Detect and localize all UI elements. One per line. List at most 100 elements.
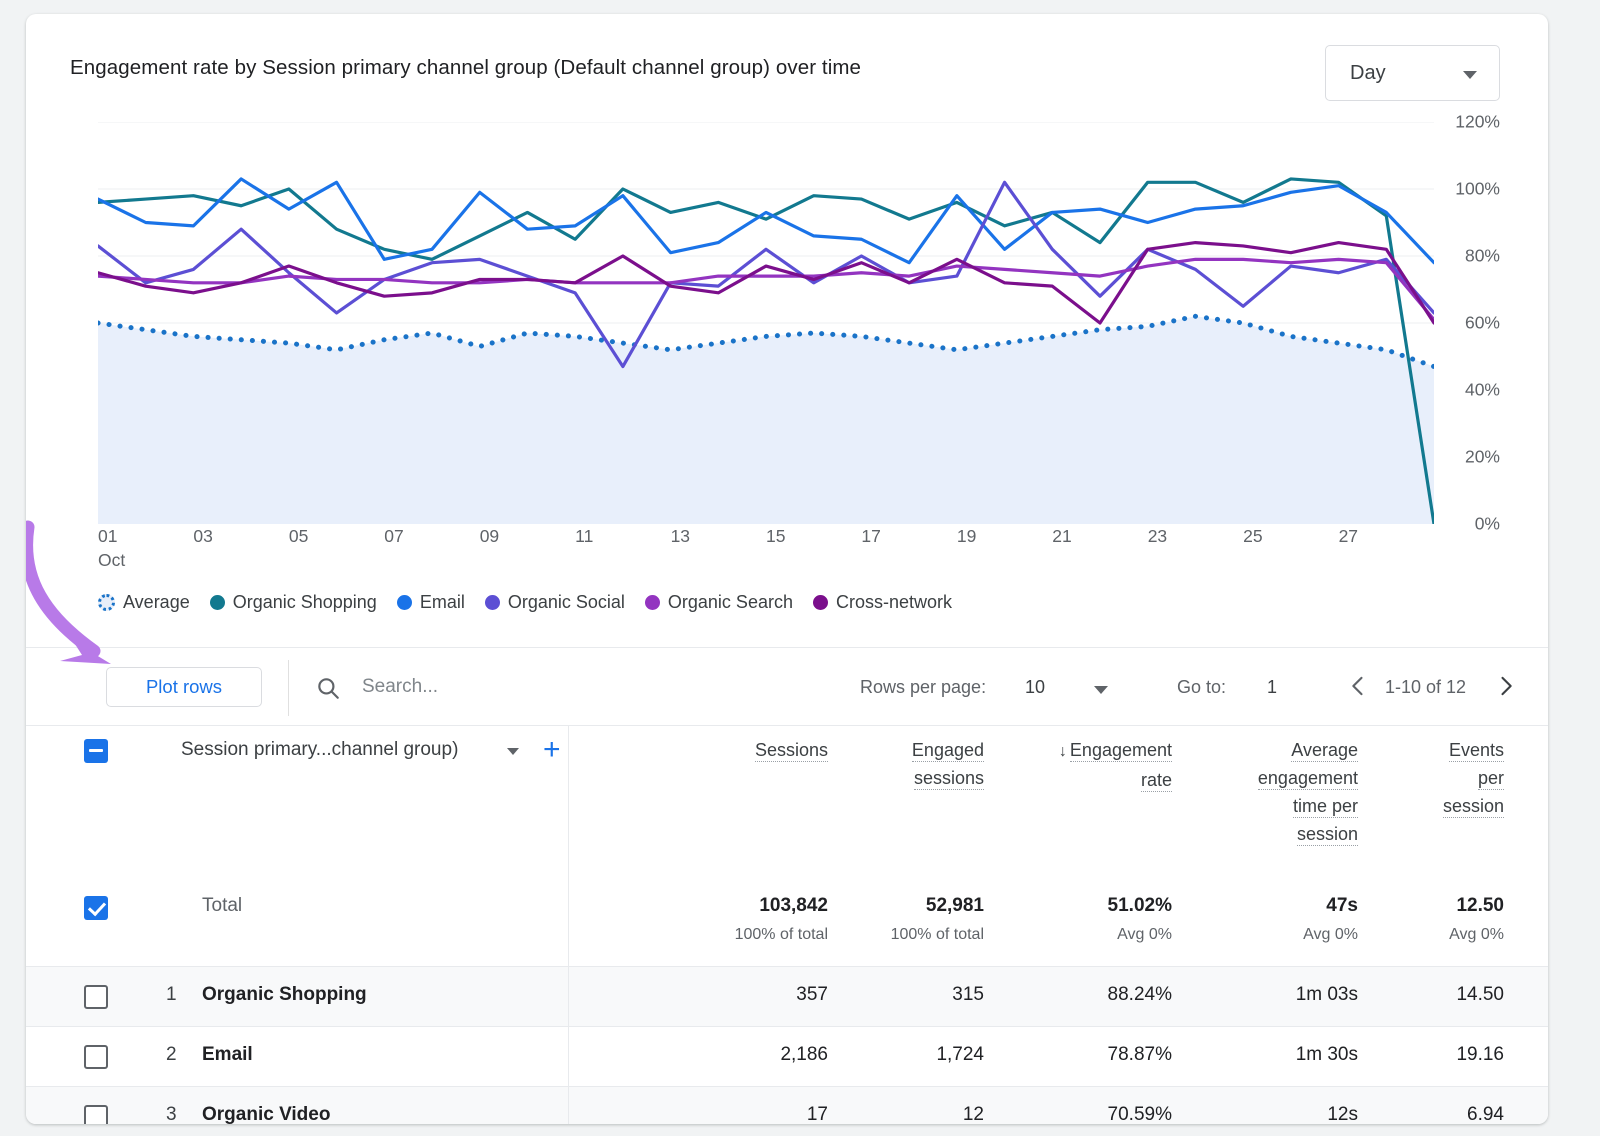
table-row-total[interactable]: Total 103,842100% of total52,981100% of … — [26, 878, 1548, 966]
chart-legend: Average Organic Shopping Email Organic Soci… — [98, 592, 972, 613]
column-header[interactable]: Eventspersession — [1443, 736, 1504, 820]
x-axis-tick: 11 — [575, 526, 593, 547]
x-axis-tick: 01 — [98, 526, 117, 547]
total-cell-value: 52,981 — [926, 895, 984, 917]
dimension-chevron-down-icon[interactable] — [507, 748, 519, 755]
x-axis-tick: 15 — [766, 526, 785, 547]
column-header[interactable]: Averageengagementtime persession — [1258, 736, 1358, 848]
row-cell-value: 17 — [807, 1104, 828, 1124]
x-axis-tick: 19 — [957, 526, 976, 547]
column-header-text: per — [1478, 768, 1504, 790]
x-axis-tick: 23 — [1148, 526, 1167, 547]
row-cell-value: 78.87% — [1108, 1044, 1172, 1066]
y-axis-tick: 120% — [1455, 112, 1500, 133]
granularity-dropdown[interactable]: Day — [1325, 45, 1500, 101]
previous-page-icon[interactable] — [1344, 672, 1372, 705]
row-checkbox[interactable] — [84, 985, 108, 1009]
row-dimension-cell: 3 Organic Video — [26, 1087, 569, 1124]
plot-rows-button[interactable]: Plot rows — [106, 667, 262, 707]
legend-item[interactable]: Organic Search — [645, 592, 793, 613]
legend-item[interactable]: Cross-network — [813, 592, 952, 613]
rows-per-page-chevron-down-icon[interactable] — [1094, 686, 1108, 694]
column-header-text: sessions — [914, 768, 984, 790]
x-axis-tick: 07 — [384, 526, 403, 547]
legend-item[interactable]: Average — [98, 592, 190, 613]
legend-label: Organic Social — [508, 592, 625, 613]
rows-per-page-label: Rows per page: — [860, 677, 986, 698]
total-cell-subvalue: Avg 0% — [1117, 926, 1172, 944]
y-axis-tick: 100% — [1455, 179, 1500, 200]
search-icon — [315, 675, 341, 706]
legend-item[interactable]: Email — [397, 592, 465, 613]
next-page-icon[interactable] — [1492, 672, 1520, 705]
x-axis-tick: 25 — [1243, 526, 1262, 547]
sort-descending-icon: ↓ — [1059, 743, 1067, 760]
search-input[interactable] — [360, 670, 780, 704]
table-header-row: Session primary...channel group) + Sessi… — [26, 725, 1548, 878]
total-row-dimension-cell: Total — [26, 878, 569, 966]
table-row[interactable]: 2Email2,1861,72478.87%1m 30s19.16 — [26, 1026, 1548, 1086]
row-checkbox[interactable] — [84, 1105, 108, 1124]
column-header-text: Events — [1449, 740, 1504, 762]
column-header-text: Average — [1291, 740, 1358, 762]
granularity-value: Day — [1350, 62, 1386, 85]
x-axis-tick: 13 — [671, 526, 690, 547]
table-row[interactable]: 3Organic Video171270.59%12s6.94 — [26, 1086, 1548, 1124]
column-header-text: rate — [1141, 770, 1172, 792]
row-cell-value: 2,186 — [780, 1044, 828, 1066]
dimension-name: Session primary...channel group) — [181, 739, 458, 761]
legend-item[interactable]: Organic Shopping — [210, 592, 377, 613]
table-row[interactable]: 1Organic Shopping35731588.24%1m 03s14.50 — [26, 966, 1548, 1026]
total-cell-subvalue: 100% of total — [735, 926, 828, 944]
column-header-text: engagement — [1258, 768, 1358, 790]
row-label: Organic Shopping — [202, 984, 367, 1006]
column-header-text: Sessions — [755, 740, 828, 762]
x-axis-tick: 21 — [1052, 526, 1071, 547]
row-index: 3 — [166, 1104, 177, 1124]
screenshot-root: Engagement rate by Session primary chann… — [0, 0, 1600, 1136]
y-axis-tick: 60% — [1465, 313, 1500, 334]
legend-color-swatch-icon — [397, 595, 412, 610]
rows-per-page-value[interactable]: 10 — [1025, 677, 1045, 698]
total-cell-value: 51.02% — [1108, 895, 1172, 917]
dimension-header-cell: Session primary...channel group) + — [26, 726, 569, 879]
x-axis-tick: 09 — [480, 526, 499, 547]
column-header[interactable]: ↓Engagementrate — [1059, 736, 1172, 794]
legend-color-swatch-icon — [210, 595, 225, 610]
column-header[interactable]: Sessions — [755, 736, 828, 764]
row-label: Email — [202, 1044, 253, 1066]
y-axis-tick: 80% — [1465, 246, 1500, 267]
row-label: Organic Video — [202, 1104, 330, 1124]
row-dimension-cell: 1 Organic Shopping — [26, 967, 569, 1026]
row-cell-value: 12 — [963, 1104, 984, 1124]
legend-color-swatch-icon — [98, 594, 115, 611]
x-axis-tick: 03 — [193, 526, 212, 547]
total-cell-subvalue: Avg 0% — [1303, 926, 1358, 944]
row-checkbox[interactable] — [84, 1045, 108, 1069]
chevron-down-icon — [1463, 71, 1477, 79]
pagination-range: 1-10 of 12 — [1385, 677, 1466, 698]
column-header-text: session — [1297, 824, 1358, 846]
column-header[interactable]: Engaged sessions — [912, 736, 984, 792]
row-cell-value: 1m 30s — [1296, 1044, 1358, 1066]
legend-color-swatch-icon — [813, 595, 828, 610]
add-dimension-icon[interactable]: + — [543, 735, 561, 765]
total-cell-subvalue: 100% of total — [891, 926, 984, 944]
total-row-checkbox[interactable] — [84, 896, 108, 920]
legend-label: Email — [420, 592, 465, 613]
legend-color-swatch-icon — [645, 595, 660, 610]
report-card: Engagement rate by Session primary chann… — [26, 14, 1548, 1124]
y-axis-tick: 20% — [1465, 447, 1500, 468]
row-cell-value: 19.16 — [1456, 1044, 1504, 1066]
row-index: 1 — [166, 984, 177, 1006]
row-index: 2 — [166, 1044, 177, 1066]
total-cell-value: 12.50 — [1456, 895, 1504, 917]
legend-label: Average — [123, 592, 190, 613]
data-table: Session primary...channel group) + Sessi… — [26, 725, 1548, 1124]
go-to-value[interactable]: 1 — [1267, 677, 1277, 698]
chart-header: Engagement rate by Session primary chann… — [26, 14, 1548, 114]
column-header-text: Engaged — [912, 740, 984, 762]
select-all-checkbox[interactable] — [84, 739, 108, 763]
legend-item[interactable]: Organic Social — [485, 592, 625, 613]
y-axis-labels: 0%20%40%60%80%100%120% — [1438, 122, 1500, 524]
